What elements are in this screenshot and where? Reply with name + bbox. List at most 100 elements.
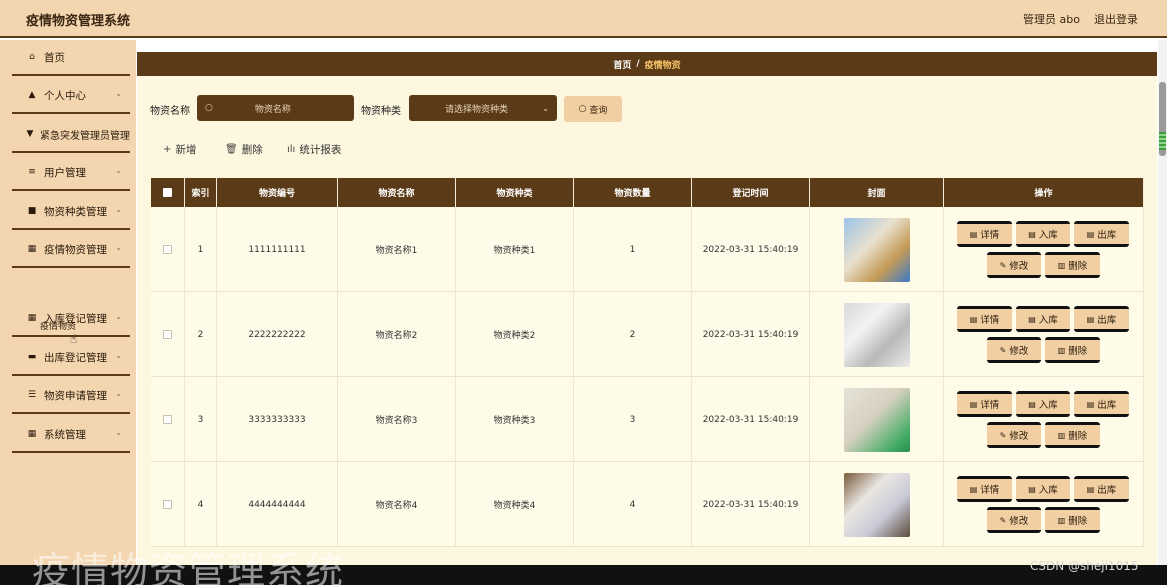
stock-in-button[interactable]: ▤ 入库 [1016, 221, 1070, 247]
stock-out-button[interactable]: ▤ 出库 [1074, 221, 1129, 247]
trash-icon: ▥ [1057, 345, 1066, 355]
query-button-label: 查询 [589, 105, 608, 116]
trash-icon: ▥ [1057, 430, 1066, 440]
sidebar-item-label: 入库登记管理 [44, 312, 107, 325]
stock-in-button[interactable]: ▤ 入库 [1016, 306, 1070, 332]
column-header-0: 索引 [185, 178, 217, 207]
sidebar-item-5[interactable]: ▦ 疫情物资管理 ⌄ [12, 232, 130, 268]
edit-button-label: 修改 [1009, 261, 1029, 272]
chevron-down-icon: ⌄ [115, 243, 122, 252]
pencil-icon: ✎ [999, 345, 1007, 355]
cover-image[interactable] [843, 217, 910, 282]
report-button[interactable]: ılı 统计报表 [287, 142, 341, 157]
edit-button-label: 修改 [1009, 516, 1029, 527]
column-header-6: 封面 [810, 178, 944, 207]
edit-button[interactable]: ✎ 修改 [987, 507, 1041, 533]
column-header-5: 登记时间 [692, 178, 810, 207]
stock-out-button[interactable]: ▤ 出库 [1074, 306, 1129, 332]
trash-icon: ▥ [1057, 260, 1066, 270]
stock-out-button-label: 出库 [1097, 400, 1117, 411]
edit-button[interactable]: ✎ 修改 [987, 337, 1041, 363]
cell-name: 物资名称1 [338, 207, 456, 292]
edit-button[interactable]: ✎ 修改 [987, 422, 1041, 448]
grid-icon: ▦ [27, 429, 37, 439]
top-header: 疫情物资管理系统 管理员 abo 退出登录 [0, 0, 1167, 38]
sidebar-item-label: 出库登记管理 [44, 351, 107, 364]
breadcrumb-home[interactable]: 首页 [613, 58, 631, 71]
delete-button[interactable]: ▥ 删除 [1045, 252, 1100, 278]
delete-button-label: 删除 [1068, 516, 1088, 527]
cover-image[interactable] [843, 472, 910, 537]
sidebar-item-8[interactable]: ☰ 物资申请管理 ⌄ [12, 378, 130, 414]
row-checkbox-cell [151, 207, 185, 292]
add-button[interactable]: + 新增 [163, 142, 196, 157]
cell-code: 3333333333 [217, 377, 338, 462]
name-search-input[interactable]: ○ 物资名称 [197, 95, 354, 121]
delete-button[interactable]: ▥ 删除 [1045, 422, 1100, 448]
type-select[interactable]: 请选择物资种类 ⌄ [409, 95, 557, 121]
list-icon: ≡ [28, 167, 36, 177]
detail-button-label: 详情 [980, 485, 1000, 496]
detail-button-label: 详情 [980, 315, 1000, 326]
cover-image[interactable] [843, 387, 910, 452]
trash-icon: 🗑 [225, 144, 238, 155]
chevron-down-icon: ⌄ [542, 103, 549, 113]
row-checkbox[interactable] [163, 330, 172, 339]
sidebar: 疫情物资 ☝ ⌂ 首页 ▲ 个人中心 ⌄ ▼ 紧急突发管理员管理 ≡ 用户管理 ⌄ ■ 物资种类管理 ⌄… [0, 40, 136, 585]
row-checkbox[interactable] [163, 415, 172, 424]
column-header-4: 物资数量 [574, 178, 692, 207]
sidebar-item-6[interactable]: ▦ 入库登记管理 ⌄ [12, 301, 130, 337]
edit-button[interactable]: ✎ 修改 [987, 252, 1041, 278]
stock-out-button[interactable]: ▤ 出库 [1074, 476, 1129, 502]
chevron-down-icon: ⌄ [115, 166, 122, 175]
table-row: 1 1111111111 物资名称1 物资种类1 1 2022-03-31 15:40:1… [151, 207, 1144, 292]
cell-cover [810, 377, 944, 462]
sidebar-item-9[interactable]: ▦ 系统管理 ⌄ [12, 417, 130, 453]
name-search-label: 物资名称 [150, 106, 190, 117]
row-checkbox[interactable] [163, 500, 172, 509]
cell-time: 2022-03-31 15:40:19 [692, 207, 810, 292]
table-row: 3 3333333333 物资名称3 物资种类3 3 2022-03-31 15:40:1… [151, 377, 1144, 462]
batch-delete-button[interactable]: 🗑 删除 [225, 142, 263, 157]
detail-button[interactable]: ▤ 详情 [957, 221, 1012, 247]
detail-button[interactable]: ▤ 详情 [957, 476, 1012, 502]
chevron-down-icon: ⌄ [115, 428, 122, 437]
table-row: 4 4444444444 物资名称4 物资种类4 4 2022-03-31 15:40:1… [151, 462, 1144, 547]
sidebar-item-2[interactable]: ▼ 紧急突发管理员管理 [12, 117, 130, 153]
plus-icon: + [163, 144, 172, 155]
detail-button[interactable]: ▤ 详情 [957, 391, 1012, 417]
sidebar-item-7[interactable]: ▬ 出库登记管理 ⌄ [12, 340, 130, 376]
sidebar-item-4[interactable]: ■ 物资种类管理 ⌄ [12, 194, 130, 230]
page-scrollbar[interactable] [1158, 40, 1167, 585]
stock-in-button-label: 入库 [1038, 230, 1058, 241]
query-button[interactable]: ○ 查询 [564, 96, 622, 122]
stock-in-button[interactable]: ▤ 入库 [1016, 476, 1070, 502]
sidebar-item-0[interactable]: ⌂ 首页 [12, 40, 130, 76]
sidebar-item-3[interactable]: ≡ 用户管理 ⌄ [12, 155, 130, 191]
cell-time: 2022-03-31 15:40:19 [692, 462, 810, 547]
select-all-checkbox[interactable] [163, 188, 172, 197]
sidebar-item-1[interactable]: ▲ 个人中心 ⌄ [12, 78, 130, 114]
detail-button[interactable]: ▤ 详情 [957, 306, 1012, 332]
sidebar-item-label: 用户管理 [44, 166, 86, 179]
cell-code: 2222222222 [217, 292, 338, 377]
logout-link[interactable]: 退出登录 [1094, 11, 1138, 27]
chevron-down-icon: ⌄ [115, 205, 122, 214]
cell-time: 2022-03-31 15:40:19 [692, 377, 810, 462]
add-button-label: 新增 [175, 144, 197, 156]
stock-in-button[interactable]: ▤ 入库 [1016, 391, 1070, 417]
cell-qty: 3 [574, 377, 692, 462]
document-icon: ▤ [1028, 484, 1036, 494]
cell-type: 物资种类4 [456, 462, 574, 547]
detail-button-label: 详情 [980, 230, 1000, 241]
delete-button-label: 删除 [1068, 261, 1088, 272]
delete-button[interactable]: ▥ 删除 [1045, 507, 1100, 533]
row-checkbox[interactable] [163, 245, 172, 254]
breadcrumb-current: 疫情物资 [644, 60, 681, 71]
cover-image[interactable] [843, 302, 910, 367]
cell-name: 物资名称3 [338, 377, 456, 462]
delete-button[interactable]: ▥ 删除 [1045, 337, 1100, 363]
stock-out-button[interactable]: ▤ 出库 [1074, 391, 1129, 417]
content-area: 物资名称 ○ 物资名称 物资种类 请选择物资种类 ⌄ ○ 查询 + 新增 🗑 删… [137, 76, 1157, 585]
csdn-credit: CSDN @sheji1015 [1030, 559, 1139, 573]
